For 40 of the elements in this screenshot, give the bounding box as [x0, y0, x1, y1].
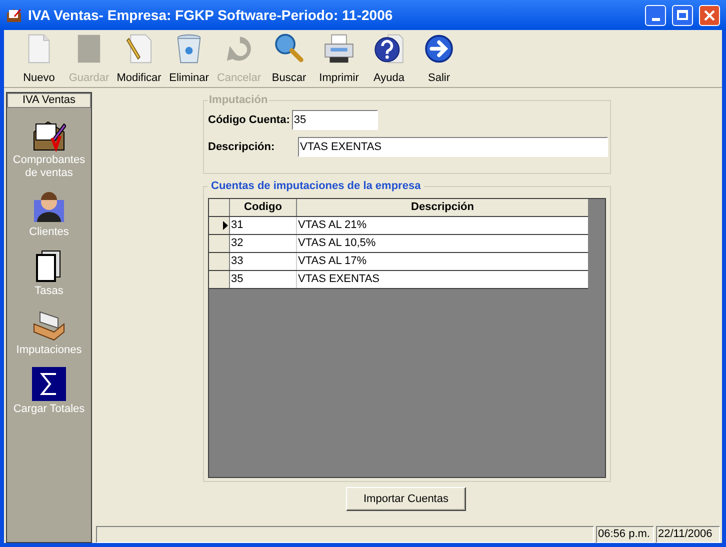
descripcion-field[interactable]: VTAS EXENTAS	[298, 137, 608, 157]
close-icon	[704, 10, 715, 20]
toolbar-button[interactable]: Nuevo	[14, 32, 64, 86]
row-selector[interactable]	[209, 217, 230, 234]
toolbar-button[interactable]: Eliminar	[164, 32, 214, 86]
app-icon	[6, 7, 22, 23]
table-cell: 32	[230, 235, 297, 252]
table-cell: VTAS EXENTAS	[297, 271, 588, 288]
person-icon	[32, 190, 66, 224]
summation-icon	[32, 367, 66, 401]
status-time: 06:56 p.m.	[596, 526, 654, 543]
printer-icon	[322, 33, 356, 64]
field-label: Descripción:	[208, 140, 276, 155]
current-row-icon	[223, 221, 228, 230]
group-title: Cuentas de imputaciones de la empresa	[208, 179, 424, 193]
field-label: Código Cuenta:	[208, 112, 290, 128]
toolbar-button[interactable]: Imprimir	[314, 32, 364, 86]
column-header: Descripción	[410, 200, 475, 215]
codigo-field[interactable]: 35	[292, 110, 378, 130]
search-icon	[272, 33, 306, 64]
minimize-button[interactable]	[645, 4, 666, 26]
table-cell: 31	[230, 217, 297, 234]
toolbar-button[interactable]: Buscar	[264, 32, 314, 86]
table-cell: VTAS AL 10,5%	[297, 235, 588, 252]
window-title: IVA Ventas- Empresa: FGKP Software-Periodo: 11-2006	[28, 6, 394, 25]
toolbar-button[interactable]: Salir	[414, 32, 464, 86]
sidebar-title: IVA Ventas	[7, 93, 91, 108]
import-button[interactable]: Importar Cuentas	[346, 487, 466, 511]
table-cell: 33	[230, 253, 297, 270]
toolbar-button[interactable]: Modificar	[114, 32, 164, 86]
table-cell: VTAS AL 17%	[297, 253, 588, 270]
status-date: 22/11/2006	[656, 526, 720, 543]
group-title: Imputación	[208, 93, 269, 107]
help-icon	[372, 33, 406, 64]
column-header: Codigo	[230, 199, 297, 216]
table-cell: VTAS AL 21%	[297, 217, 588, 234]
close-button[interactable]	[699, 4, 720, 26]
toolbar-button[interactable]: Ayuda	[364, 32, 414, 86]
maximize-button[interactable]	[672, 4, 693, 26]
table-cell: 35	[230, 271, 297, 288]
